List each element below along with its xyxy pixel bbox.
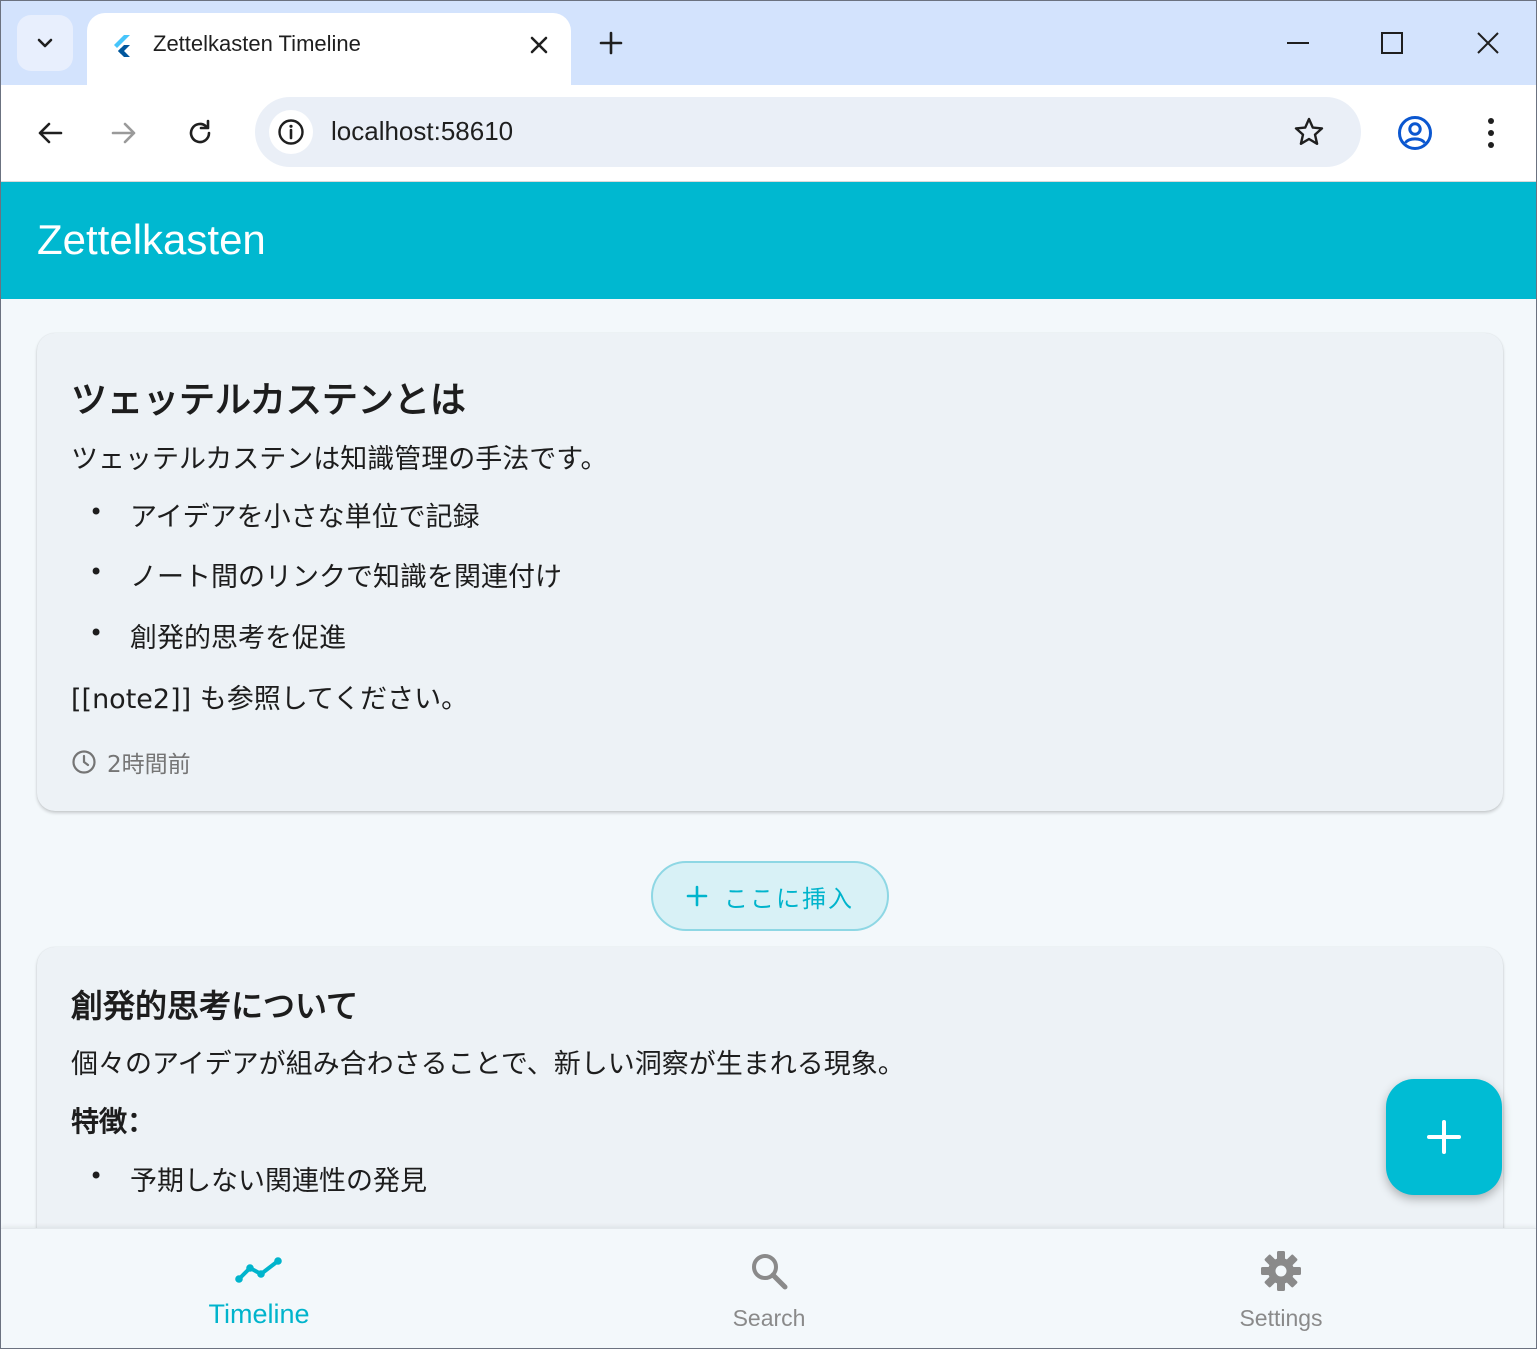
minimize-button[interactable] (1276, 21, 1320, 65)
note-link-text[interactable]: [[note2]] も参照してください。 (71, 677, 468, 716)
chevron-down-icon (37, 38, 53, 48)
address-bar[interactable]: localhost:58610 (255, 97, 1361, 167)
plus-icon (1427, 1120, 1461, 1154)
reload-icon (189, 119, 211, 144)
maximize-button[interactable] (1370, 21, 1414, 65)
app-title: Zettelkasten (37, 216, 266, 263)
nav-label: Timeline (208, 1299, 310, 1329)
tab-search-button[interactable] (17, 15, 73, 71)
nav-item-search[interactable]: Search (513, 1229, 1025, 1348)
star-icon (1294, 117, 1324, 145)
bullet-dot: • (89, 619, 104, 647)
arrow-left-icon (38, 122, 63, 144)
note-card[interactable]: 創発的思考について 個々のアイデアが組み合わさることで、新しい洞察が生まれる現象… (37, 947, 1503, 1228)
note-meta: 2時間前 (71, 745, 191, 779)
note-intro: ツェッテルカステンは知識管理の手法です。 (71, 444, 608, 475)
note-intro: 個々のアイデアが組み合わさることで、新しい洞察が生まれる現象。 (71, 1049, 905, 1080)
bullet-dot: • (89, 1162, 104, 1190)
site-info-button[interactable] (269, 110, 313, 154)
bullet-dot: • (89, 498, 104, 526)
app-bar: Zettelkasten (1, 182, 1536, 299)
insert-here-label: ここに挿入 (724, 884, 854, 913)
add-note-fab[interactable] (1386, 1079, 1502, 1195)
back-button[interactable] (26, 109, 74, 157)
clock-icon (72, 750, 96, 774)
bottom-navigation: Timeline Search Settings (1, 1228, 1536, 1348)
browser-window: Zettelkasten Timeline localhost:58610 Ze… (0, 0, 1537, 1349)
plus-icon (686, 885, 708, 907)
tab-title: Zettelkasten Timeline (153, 31, 361, 56)
flutter-icon (114, 35, 130, 57)
forward-button[interactable] (100, 109, 148, 157)
timeline-content[interactable]: ツェッテルカステンとは ツェッテルカステンは知識管理の手法です。 • アイデアを… (1, 299, 1536, 1228)
search-icon (739, 1247, 799, 1295)
new-tab-button[interactable] (591, 23, 631, 63)
menu-button[interactable] (1467, 109, 1515, 157)
minimize-icon (1287, 42, 1309, 44)
insert-here-button[interactable]: ここに挿入 (651, 861, 889, 931)
note-title: ツェッテルカステンとは (71, 380, 466, 421)
browser-tab[interactable]: Zettelkasten Timeline (87, 13, 571, 85)
note-bullet: 創発的思考を促進 (130, 623, 346, 654)
info-icon (278, 119, 304, 145)
bullet-dot: • (89, 558, 104, 586)
note-title: 創発的思考について (71, 987, 359, 1025)
tab-strip: Zettelkasten Timeline (1, 1, 1536, 85)
note-subheading: 特徴： (71, 1105, 156, 1138)
nav-item-settings[interactable]: Settings (1025, 1229, 1536, 1348)
plus-icon (599, 31, 623, 55)
note-bullet: 予期しない関連性の発見 (130, 1166, 427, 1197)
nav-label: Settings (1239, 1305, 1323, 1331)
maximize-icon (1381, 32, 1403, 54)
timeline-icon (229, 1247, 289, 1295)
arrow-right-icon (111, 122, 136, 144)
nav-item-timeline[interactable]: Timeline (3, 1229, 515, 1348)
close-window-button[interactable] (1466, 21, 1510, 65)
gear-icon (1251, 1247, 1311, 1295)
browser-toolbar: localhost:58610 (1, 85, 1536, 182)
note-card[interactable]: ツェッテルカステンとは ツェッテルカステンは知識管理の手法です。 • アイデアを… (37, 333, 1503, 811)
note-bullet: ノート間のリンクで知識を関連付け (130, 562, 562, 593)
account-icon (1398, 116, 1432, 150)
close-icon (1477, 32, 1499, 54)
note-timestamp: 2時間前 (107, 752, 191, 778)
close-tab-button[interactable] (523, 29, 555, 61)
more-vert-icon (1488, 118, 1494, 148)
close-icon (530, 36, 548, 54)
url-text[interactable]: localhost:58610 (331, 116, 513, 147)
bookmark-button[interactable] (1289, 112, 1329, 152)
reload-button[interactable] (176, 109, 224, 157)
profile-button[interactable] (1391, 109, 1439, 157)
note-bullet: アイデアを小さな単位で記録 (130, 502, 480, 533)
nav-label: Search (732, 1305, 806, 1331)
